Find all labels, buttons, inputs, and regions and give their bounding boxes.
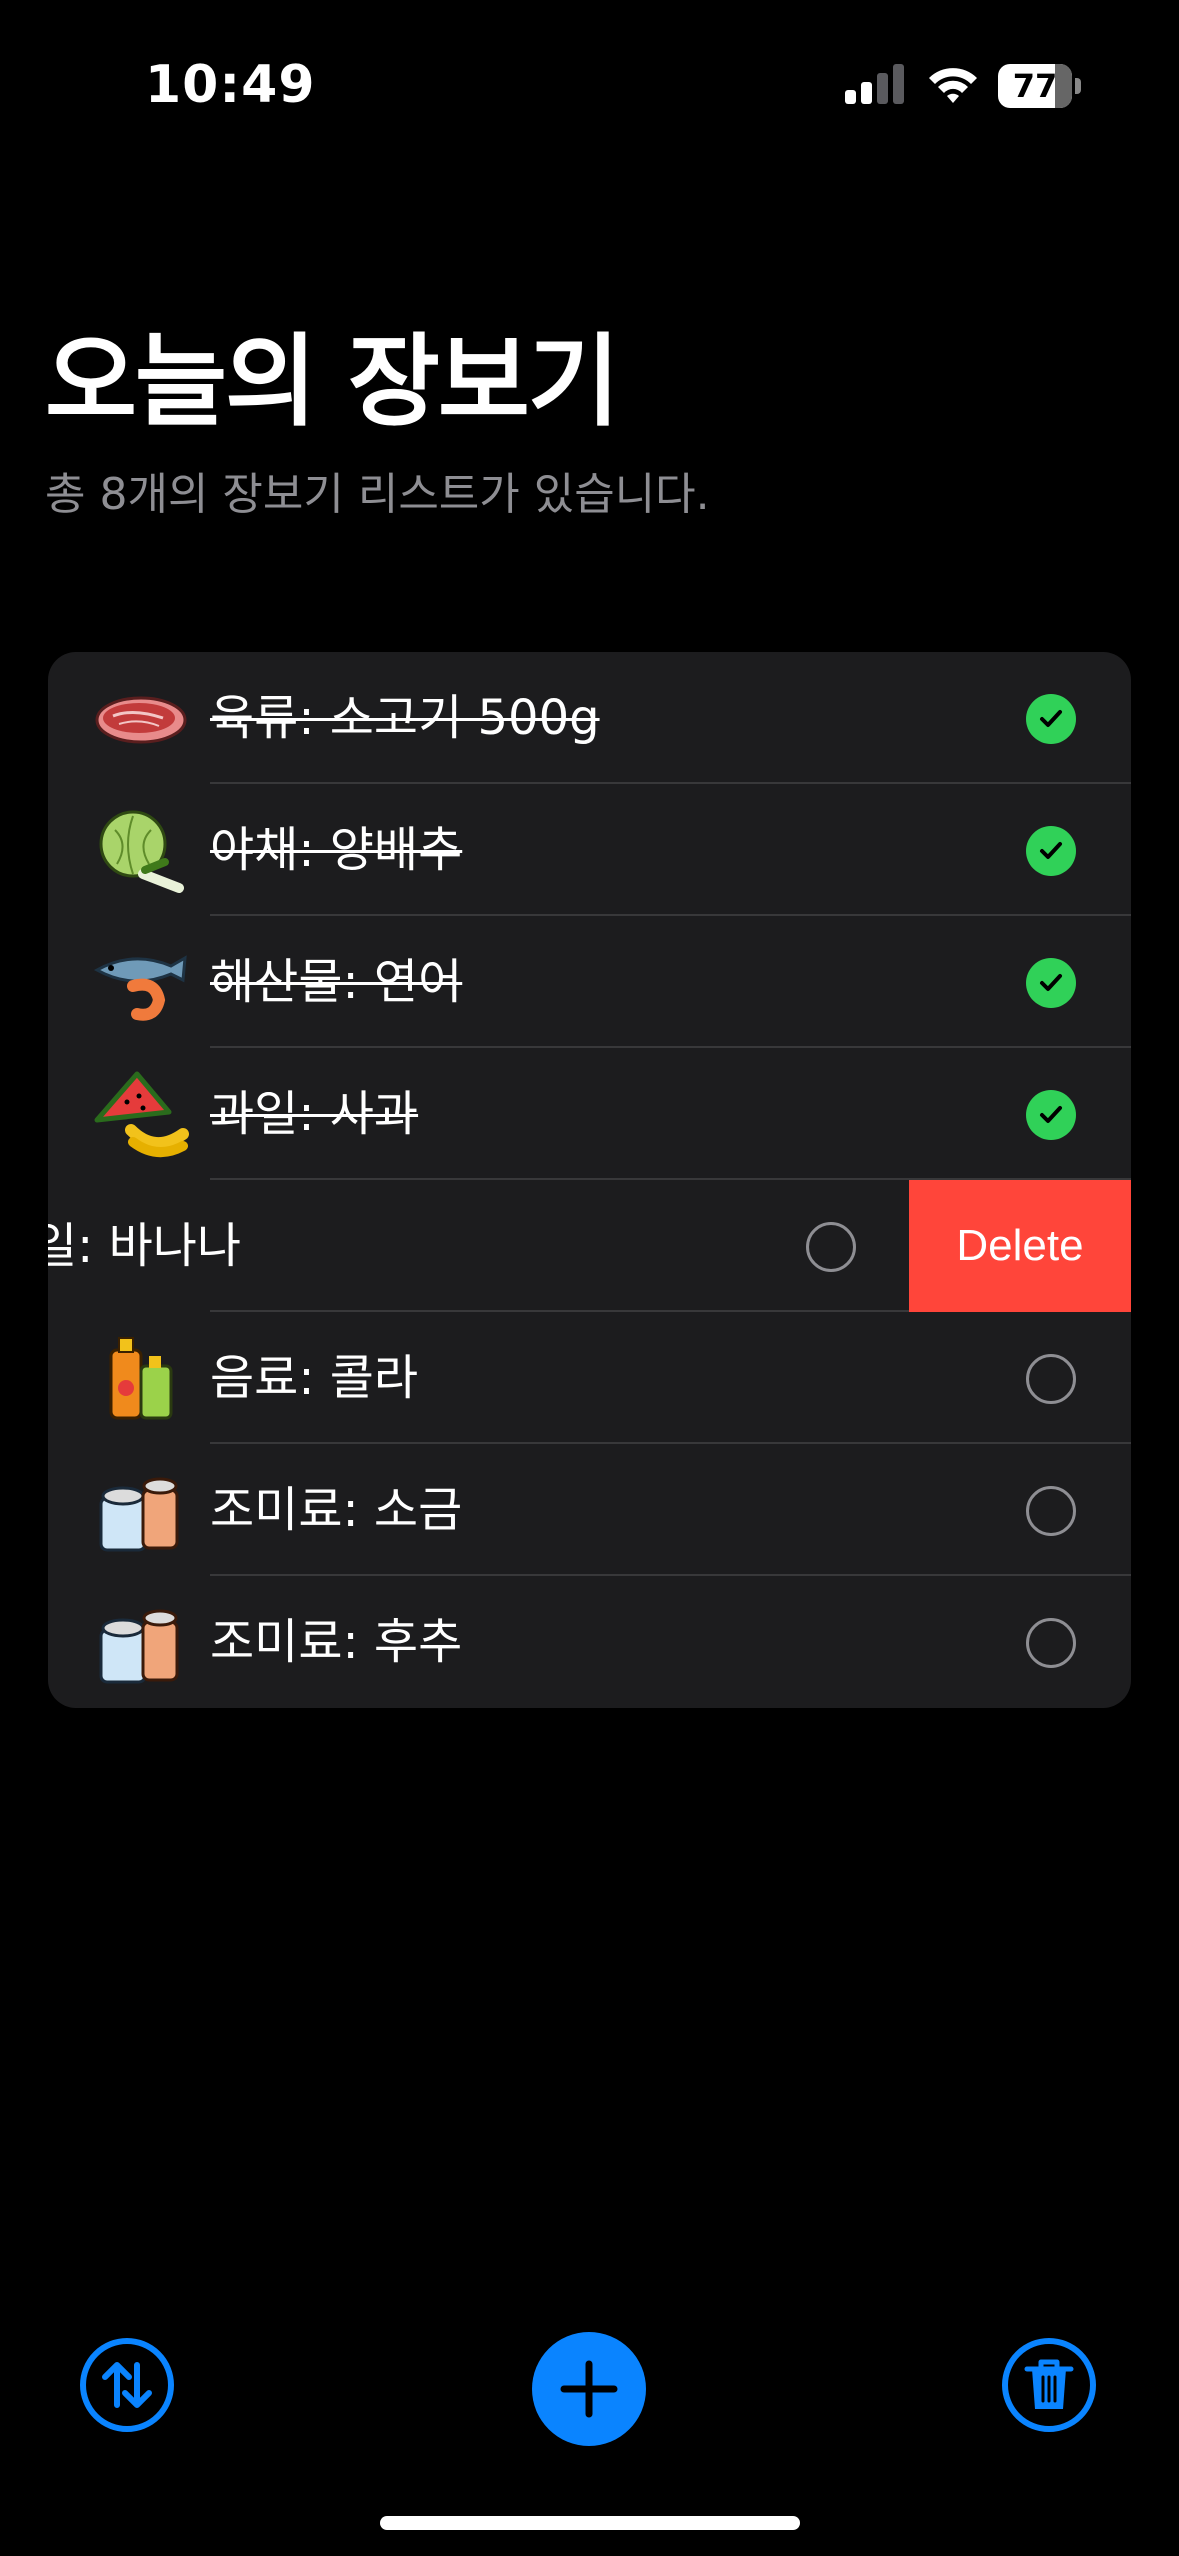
unchecked-circle-icon[interactable] xyxy=(1026,1618,1076,1668)
item-label: 일: 바나나 xyxy=(48,1218,242,1274)
status-bar: 10:49 77 xyxy=(0,0,1179,150)
item-label: 조미료: 후추 xyxy=(210,1614,463,1670)
list-item-swiped[interactable]: 일: 바나나 Delete xyxy=(48,1180,1131,1312)
list-item[interactable]: 육류: 소고기 500g xyxy=(48,652,1131,784)
checkmark-icon[interactable] xyxy=(1026,958,1076,1008)
seasoning-icon xyxy=(99,1477,179,1552)
item-label: 해산물: 연어 xyxy=(210,954,463,1010)
checkmark-icon[interactable] xyxy=(1026,1090,1076,1140)
list-item[interactable]: 해산물: 연어 xyxy=(48,916,1131,1048)
status-time: 10:49 xyxy=(145,55,316,115)
item-label: 음료: 콜라 xyxy=(210,1350,419,1406)
meat-icon xyxy=(95,696,187,744)
seasoning-icon xyxy=(99,1609,179,1684)
beverage-icon xyxy=(109,1337,173,1420)
battery-level: 77 xyxy=(1012,67,1058,105)
fruit-icon xyxy=(94,1071,189,1157)
page-subtitle: 총 8개의 장보기 리스트가 있습니다. xyxy=(45,469,710,520)
cellular-signal-icon xyxy=(845,64,904,104)
sort-button[interactable] xyxy=(80,2338,174,2432)
trash-icon xyxy=(1024,2359,1074,2409)
wifi-icon xyxy=(929,68,977,103)
page-title: 오늘의 장보기 xyxy=(45,323,620,440)
list-item[interactable]: 조미료: 후추 xyxy=(48,1576,1131,1708)
list-item[interactable]: 야채: 양배추 xyxy=(48,784,1131,916)
item-label: 과일: 사과 xyxy=(210,1086,419,1142)
list-item[interactable]: 과일: 사과 xyxy=(48,1048,1131,1180)
list-item[interactable]: 음료: 콜라 xyxy=(48,1312,1131,1444)
seafood-icon xyxy=(93,955,187,1021)
item-label: 육류: 소고기 500g xyxy=(210,690,600,746)
unchecked-circle-icon[interactable] xyxy=(1026,1354,1076,1404)
shopping-list: 육류: 소고기 500g 야채: 양배추 해산물: 연어 과일: 사과 일: 바… xyxy=(48,652,1131,1708)
delete-button[interactable]: Delete xyxy=(909,1180,1131,1312)
list-item[interactable]: 조미료: 소금 xyxy=(48,1444,1131,1576)
item-label: 야채: 양배추 xyxy=(210,822,463,878)
add-item-button[interactable] xyxy=(532,2332,646,2446)
trash-button[interactable] xyxy=(1002,2338,1096,2432)
sort-arrows-icon xyxy=(102,2362,152,2408)
vegetable-icon xyxy=(99,810,184,893)
home-indicator[interactable] xyxy=(380,2516,800,2530)
plus-icon xyxy=(560,2360,618,2418)
checkmark-icon[interactable] xyxy=(1026,826,1076,876)
unchecked-circle-icon[interactable] xyxy=(806,1222,856,1272)
checkmark-icon[interactable] xyxy=(1026,694,1076,744)
unchecked-circle-icon[interactable] xyxy=(1026,1486,1076,1536)
battery-icon: 77 xyxy=(998,64,1081,108)
item-label: 조미료: 소금 xyxy=(210,1482,463,1538)
